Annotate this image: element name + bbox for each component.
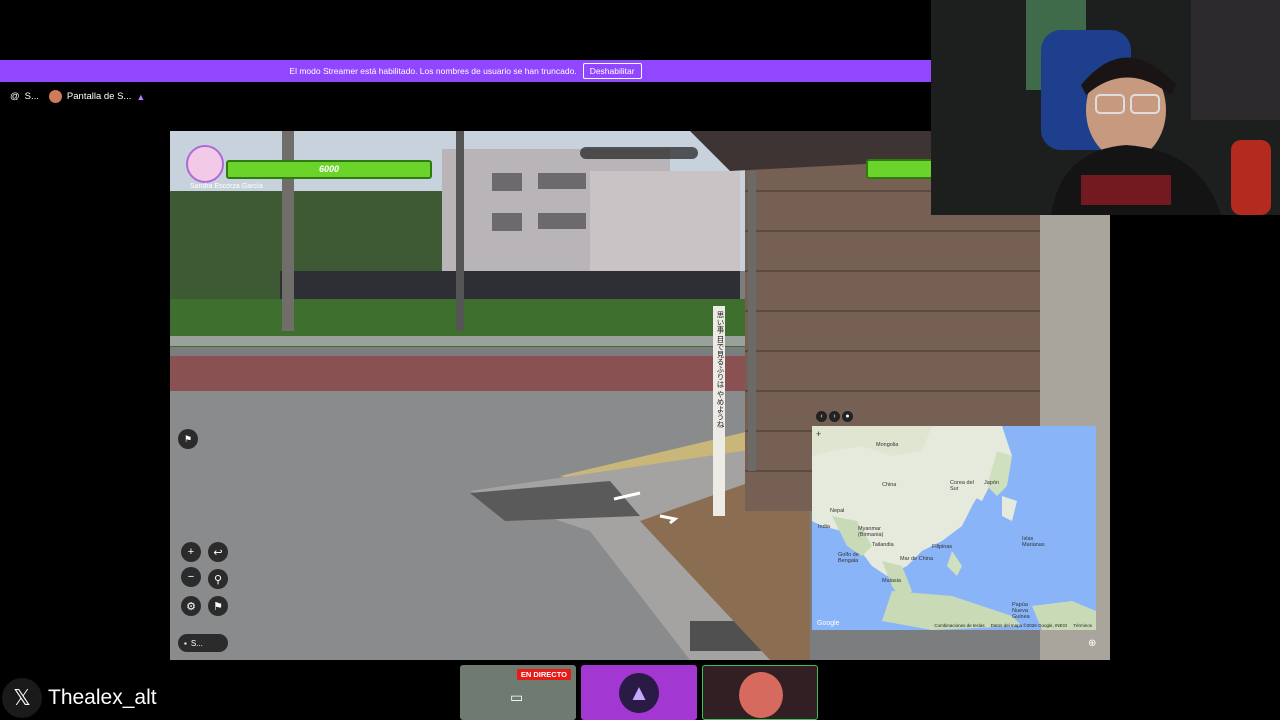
breadcrumb: @ S... Pantalla de S... ▲ <box>10 90 145 103</box>
webcam-feed <box>931 0 1280 215</box>
undo-button[interactable]: ↩ <box>208 542 228 562</box>
server-crumb[interactable]: @ S... <box>10 91 39 102</box>
screen-share-icon: ▭ <box>510 689 524 705</box>
google-logo: Google <box>817 620 840 627</box>
streamer-mode-banner: El modo Streamer está habilitado. Los no… <box>0 60 931 82</box>
player-name: Sandra Escorza García <box>190 183 263 190</box>
map-label: Japón <box>984 480 999 486</box>
map-label: Filipinas <box>932 544 953 550</box>
map-label: India <box>818 524 830 530</box>
pin-icon[interactable]: ● <box>842 410 853 422</box>
banner-message: El modo Streamer está habilitado. Los no… <box>289 66 577 76</box>
shrink-icon[interactable]: ‹ <box>816 410 827 422</box>
map-label: Nepal <box>830 508 845 514</box>
live-badge: EN DIRECTO <box>516 669 571 680</box>
user-tile-avatar[interactable] <box>702 665 818 720</box>
at-icon: @ <box>10 91 20 102</box>
map-land <box>812 426 1096 630</box>
screen-share-label: Pantalla de S... <box>66 91 132 102</box>
live-stream-tile[interactable]: EN DIRECTO ▭ <box>460 665 576 720</box>
server-label: S... <box>24 91 39 102</box>
player-health-bar: 6000 <box>226 160 432 179</box>
map-label: Corea del Sur <box>950 480 974 492</box>
chat-icon: ▪ <box>184 638 187 648</box>
screen-share-crumb[interactable]: Pantalla de S... ▲ <box>48 90 146 103</box>
return-to-start-icon[interactable]: ⚲ <box>208 569 228 589</box>
map-label: China <box>882 482 897 488</box>
map-label: Mar de China <box>900 556 934 562</box>
world-map[interactable]: + Mongolia China Corea del Sur Japón Nep… <box>812 426 1096 630</box>
map-footer: Combinaciones de teclas Datos del mapa ©… <box>934 623 1092 628</box>
map-label: Myanmar (Birmania) <box>858 526 884 538</box>
fullscreen-icon[interactable]: ⊕ <box>1088 638 1096 649</box>
round-indicator <box>580 147 698 159</box>
flag-icon[interactable]: ⚑ <box>208 596 228 616</box>
avatar <box>739 672 783 718</box>
zoom-out-button[interactable]: − <box>181 567 201 587</box>
map-data-credit: Datos del mapa ©2026 Google, INEGI <box>990 623 1068 628</box>
zoom-in-button[interactable]: + <box>181 542 201 562</box>
map-label: Malasia <box>882 578 901 584</box>
disable-streamer-mode-button[interactable]: Deshabilitar <box>582 63 642 79</box>
expand-icon[interactable]: › <box>829 410 840 422</box>
x-handle: Thealex_alt <box>48 686 157 709</box>
webcam-image <box>931 0 1280 215</box>
user-tile-purple[interactable]: ▲ <box>581 665 697 720</box>
chat-toggle[interactable]: ▪ S... <box>178 634 228 652</box>
minimap-toolbar: ‹ › ● <box>812 408 853 424</box>
map-label: Tailandia <box>872 542 894 548</box>
app-logo-icon: ▲ <box>136 91 146 102</box>
map-label: Islas Marianas <box>1022 536 1045 548</box>
settings-icon[interactable]: ⚙ <box>181 596 201 616</box>
chat-label: S... <box>190 638 203 648</box>
x-logo-icon: 𝕏 <box>2 678 42 718</box>
x-handle-overlay: 𝕏 Thealex_alt <box>0 678 157 718</box>
map-zoom-in-button[interactable]: + <box>816 429 821 439</box>
report-icon[interactable]: ⚑ <box>178 429 198 449</box>
terms-link[interactable]: Términos <box>1073 623 1092 628</box>
keyboard-shortcuts-link[interactable]: Combinaciones de teclas <box>934 623 984 628</box>
pole-sign: 思い事 目で見るふりは やめようね <box>716 311 725 428</box>
avatar <box>48 90 62 103</box>
stream-dock: EN DIRECTO ▭ ▲ <box>460 665 818 720</box>
map-label: Mongolia <box>876 442 899 448</box>
player-avatar <box>186 145 224 183</box>
guess-minimap[interactable]: ‹ › ● + Mongolia China Corea del Sur Jap… <box>812 408 1096 630</box>
map-label: Papúa Nueva Guinea <box>1012 602 1030 620</box>
map-label: Golfo de Bengala <box>838 552 859 564</box>
app-logo-icon: ▲ <box>619 673 659 713</box>
